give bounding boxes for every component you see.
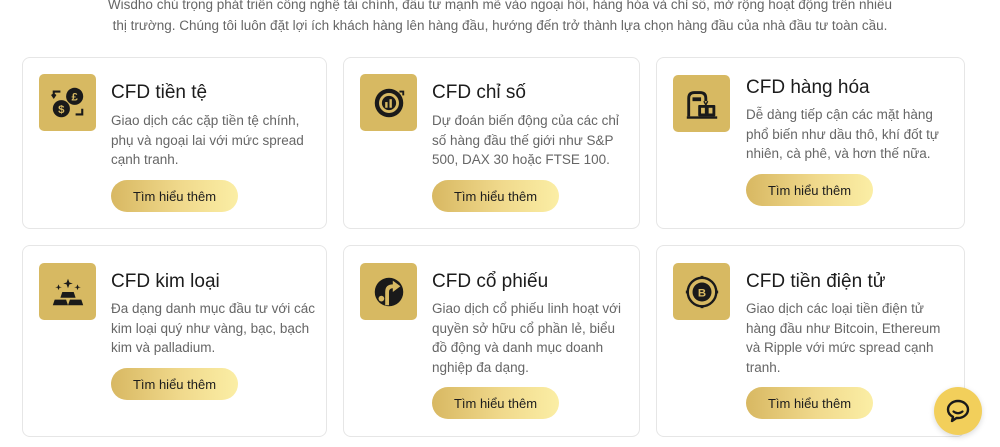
card-title: CFD cổ phiếu xyxy=(432,271,549,292)
learn-more-button[interactable]: Tìm hiểu thêm xyxy=(746,387,873,419)
learn-more-button[interactable]: Tìm hiểu thêm xyxy=(111,180,238,212)
card-title: CFD chỉ số xyxy=(432,82,526,103)
card-description: Giao dịch các loại tiền điện tử hàng đầu… xyxy=(746,301,941,375)
svg-text:$: $ xyxy=(58,103,65,115)
card-description: Dự đoán biến động của các chỉ số hàng đầ… xyxy=(432,113,619,167)
card-description: Đa dạng danh mục đầu tư với các kim loại… xyxy=(111,301,316,355)
intro-line-2: thị trường. Chúng tôi luôn đặt lợi ích k… xyxy=(112,18,888,33)
card-description: Dễ dàng tiếp cận các mặt hàng phổ biến n… xyxy=(746,107,939,161)
card-index: CFD chỉ số Dự đoán biến động của các chỉ… xyxy=(343,57,640,229)
card-title: CFD tiền điện tử xyxy=(746,271,886,292)
learn-more-button[interactable]: Tìm hiểu thêm xyxy=(432,387,559,419)
chat-button[interactable] xyxy=(934,387,982,435)
commodity-icon xyxy=(673,75,730,132)
intro-text: Wisdho chú trọng phát triển công nghệ tà… xyxy=(0,0,1000,36)
crypto-coin-icon: B xyxy=(673,263,730,320)
learn-more-button[interactable]: Tìm hiểu thêm xyxy=(432,180,559,212)
card-crypto: B CFD tiền điện tử Giao dịch các loại ti… xyxy=(656,245,965,437)
card-title: CFD tiền tệ xyxy=(111,82,208,103)
currency-exchange-icon: $ £ xyxy=(39,74,96,131)
card-title: CFD hàng hóa xyxy=(746,77,870,98)
gold-bars-icon xyxy=(39,263,96,320)
card-stock: CFD cổ phiếu Giao dịch cổ phiếu linh hoạ… xyxy=(343,245,640,437)
card-currency: $ £ CFD tiền tệ Giao dịch các cặp tiền t… xyxy=(22,57,327,229)
card-title: CFD kim loại xyxy=(111,271,220,292)
index-gauge-icon xyxy=(360,74,417,131)
chat-bubble-icon xyxy=(946,399,970,423)
card-description: Giao dịch cổ phiếu linh hoạt với quyền s… xyxy=(432,301,621,375)
learn-more-button[interactable]: Tìm hiểu thêm xyxy=(746,174,873,206)
svg-text:B: B xyxy=(697,287,705,299)
stock-arrow-icon xyxy=(360,263,417,320)
svg-text:£: £ xyxy=(71,91,78,103)
card-metal: CFD kim loại Đa dạng danh mục đầu tư với… xyxy=(22,245,327,437)
card-description: Giao dịch các cặp tiền tệ chính, phụ và … xyxy=(111,113,304,167)
learn-more-button[interactable]: Tìm hiểu thêm xyxy=(111,368,238,400)
intro-line-1: Wisdho chú trọng phát triển công nghệ tà… xyxy=(107,0,893,12)
card-commodity: CFD hàng hóa Dễ dàng tiếp cận các mặt hà… xyxy=(656,57,965,229)
